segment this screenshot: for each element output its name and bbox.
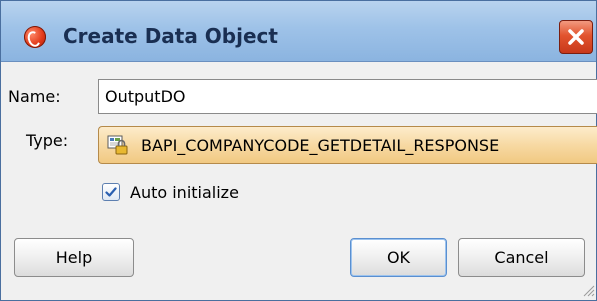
resize-grip-icon[interactable] [581, 283, 595, 297]
cancel-button[interactable]: Cancel [458, 238, 585, 277]
dialog-title: Create Data Object [63, 24, 278, 48]
ok-button[interactable]: OK [350, 238, 447, 277]
auto-initialize-checkbox[interactable] [102, 183, 120, 201]
checkmark-icon [105, 187, 117, 197]
title-bar[interactable]: Create Data Object [1, 1, 596, 62]
close-button[interactable] [559, 20, 593, 54]
oracle-logo-icon [24, 26, 46, 48]
data-type-lock-icon [107, 135, 128, 155]
create-data-object-dialog: Create Data Object Name: OutputDO Type: … [0, 0, 597, 301]
close-icon [568, 29, 584, 45]
type-value: BAPI_COMPANYCODE_GETDETAIL_RESPONSE [141, 136, 500, 155]
type-selector[interactable]: BAPI_COMPANYCODE_GETDETAIL_RESPONSE [98, 126, 597, 164]
auto-initialize-label[interactable]: Auto initialize [130, 183, 239, 202]
help-button[interactable]: Help [14, 238, 134, 277]
name-input[interactable]: OutputDO [98, 79, 597, 114]
type-label: Type: [26, 131, 69, 150]
name-label: Name: [8, 87, 61, 106]
